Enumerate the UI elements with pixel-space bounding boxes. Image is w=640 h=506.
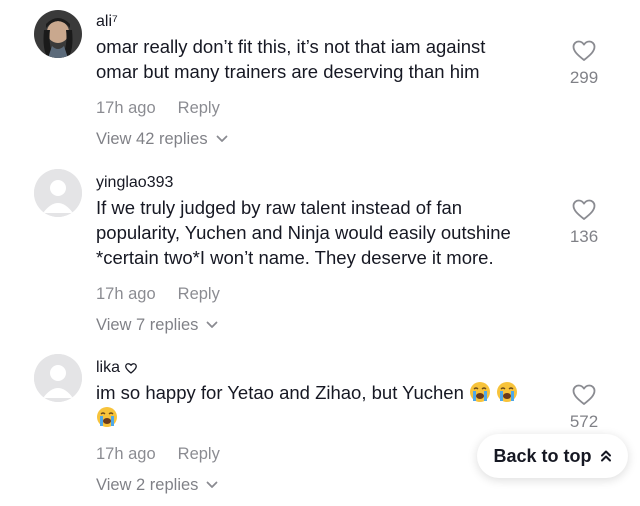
username-label: lika (96, 359, 121, 376)
comments-panel: ali⁷ omar really don’t fit this, it’s no… (0, 0, 640, 506)
view-replies-label: View 7 replies (96, 316, 199, 334)
avatar[interactable] (34, 169, 82, 217)
comment-text-line: *certain two*I won’t name. They deserve … (96, 247, 494, 268)
reply-button[interactable]: Reply (178, 444, 220, 464)
back-to-top-label: Back to top (493, 445, 592, 466)
heart-outline-icon[interactable] (572, 40, 596, 62)
like-count: 299 (569, 68, 599, 87)
loudly-crying-face-emoji (97, 407, 117, 427)
chevron-down-icon (207, 321, 218, 328)
view-replies-button[interactable]: View 7 replies (96, 315, 556, 335)
heart-outline-icon[interactable] (572, 199, 596, 221)
comment-text-line: popularity, Yuchen and Ninja would easil… (96, 222, 511, 243)
like-button[interactable]: 136 (564, 199, 604, 247)
like-button[interactable]: 299 (564, 40, 604, 88)
comment-username[interactable]: ali⁷ (96, 12, 556, 32)
double-chevron-up-icon (600, 450, 611, 462)
comment-timestamp: 17h ago (96, 445, 156, 463)
comment-text-line: omar but many trainers are deserving tha… (96, 61, 480, 82)
like-count: 136 (569, 227, 599, 246)
chevron-down-icon (216, 135, 227, 142)
avatar[interactable] (34, 354, 82, 402)
comment-username[interactable]: yinglao393 (96, 173, 556, 193)
comment-text: omar really don’t fit this, it’s not tha… (96, 34, 556, 84)
view-replies-button[interactable]: View 2 replies (96, 475, 556, 495)
heart-badge-icon (125, 362, 137, 374)
view-replies-label: View 2 replies (96, 476, 199, 494)
loudly-crying-face-emoji (470, 382, 491, 402)
comment-text: If we truly judged by raw talent instead… (96, 195, 556, 270)
like-button[interactable]: 572 (564, 384, 604, 432)
reply-button[interactable]: Reply (178, 98, 220, 118)
heart-outline-icon[interactable] (572, 384, 596, 406)
comment-timestamp: 17h ago (96, 285, 156, 303)
comment-text: im so happy for Yetao and Zihao, but Yuc… (96, 380, 556, 430)
avatar[interactable] (34, 10, 82, 58)
back-to-top-button[interactable]: Back to top (477, 434, 628, 478)
comment-text-line: im so happy for Yetao and Zihao, but Yuc… (96, 382, 464, 403)
reply-button[interactable]: Reply (178, 284, 220, 304)
comment-timestamp: 17h ago (96, 99, 156, 117)
comment-username[interactable]: lika (96, 358, 556, 378)
like-count: 572 (569, 412, 599, 431)
view-replies-label: View 42 replies (96, 130, 208, 148)
chevron-down-icon (207, 481, 218, 488)
view-replies-button[interactable]: View 42 replies (96, 129, 556, 149)
comment-text-line: If we truly judged by raw talent instead… (96, 197, 463, 218)
comment-text-line: omar really don’t fit this, it’s not tha… (96, 36, 486, 57)
loudly-crying-face-emoji (497, 382, 518, 402)
